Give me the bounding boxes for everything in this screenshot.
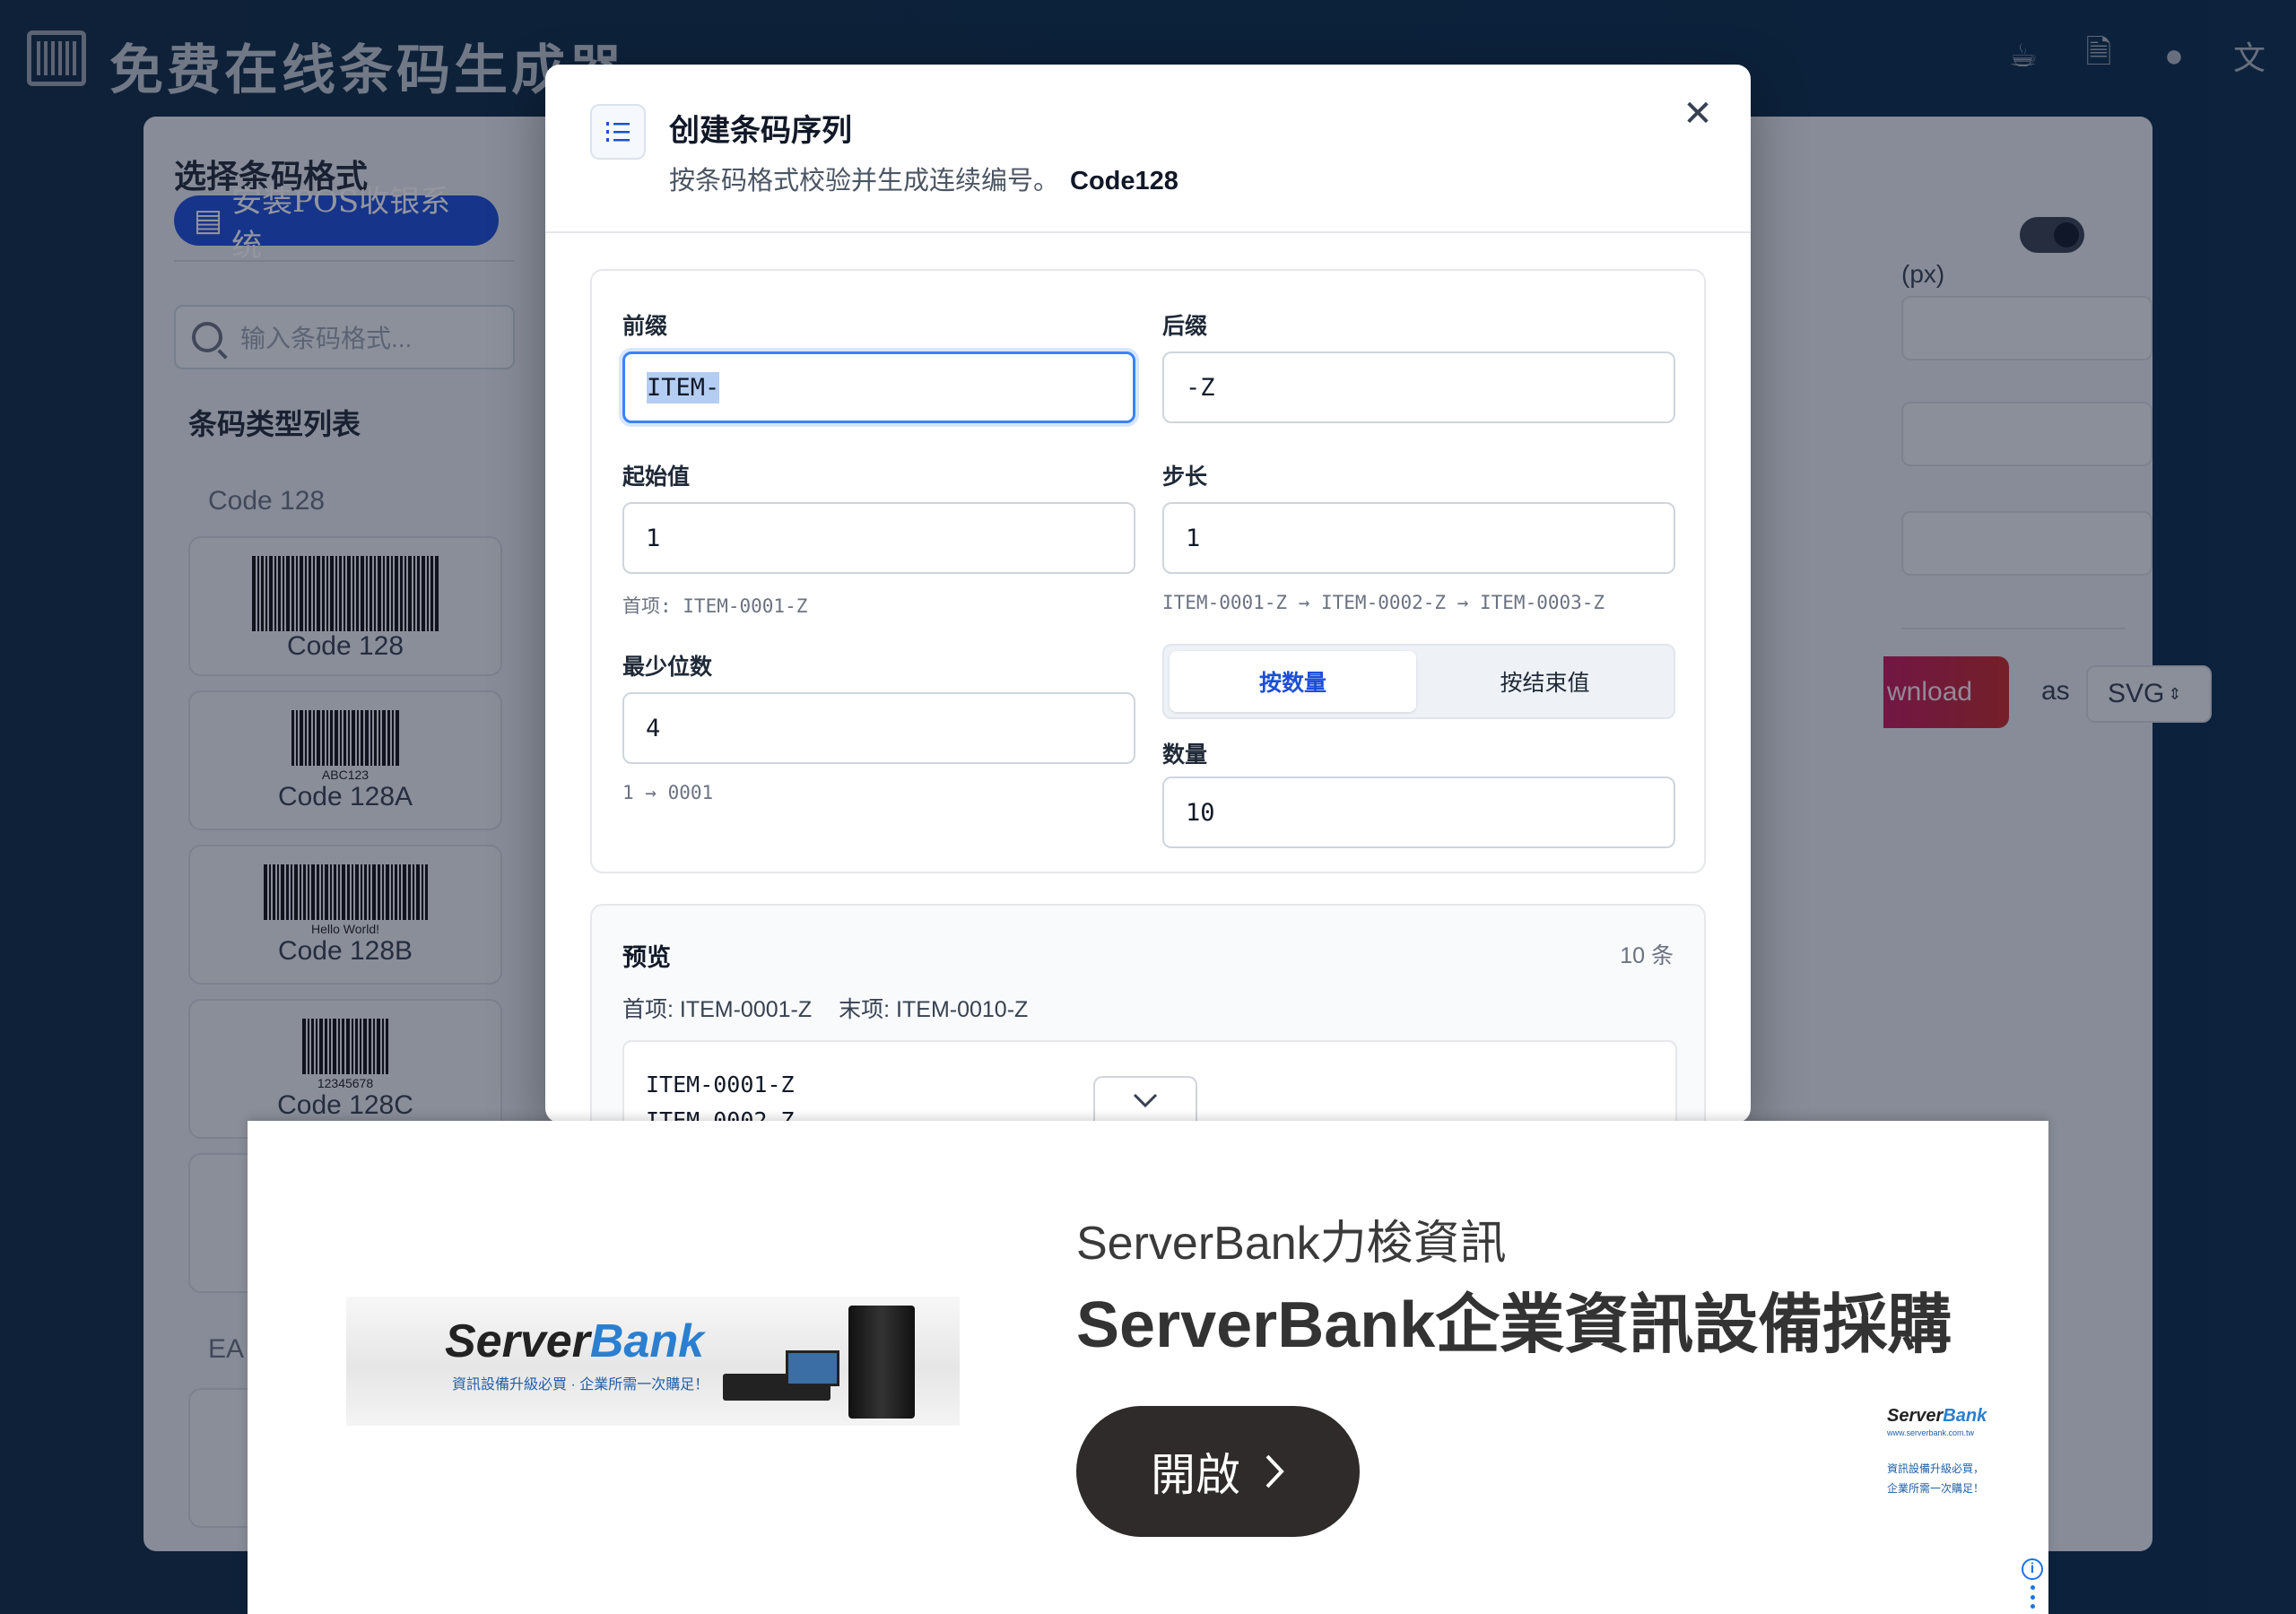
step-value: 1 xyxy=(1186,524,1201,552)
preview-count: 10 条 xyxy=(1620,943,1674,968)
preview-title: 预览 xyxy=(622,944,671,971)
step-input[interactable]: 1 xyxy=(1162,502,1675,574)
digits-label: 最少位数 xyxy=(622,655,713,680)
sequence-form: 前缀 ITEM- 后缀 -Z 起始值 1 首项: ITEM-0001-Z 步长 … xyxy=(590,269,1706,873)
prefix-value: ITEM- xyxy=(647,371,720,404)
mini-logo-text: ServerBank xyxy=(1887,1406,1987,1426)
digits-value: 4 xyxy=(646,714,661,742)
ad-image-tagline: 資訊設備升級必買 · 企業所需一次購足！ xyxy=(452,1377,709,1393)
dialog-header: 创建条码序列 按条码格式校验并生成连续编号。 Code128 ✕ xyxy=(545,65,1751,233)
start-label: 起始值 xyxy=(622,464,691,490)
ad-brand: ServerBank力梭資訊 xyxy=(1076,1218,1507,1270)
suffix-label: 后缀 xyxy=(1162,314,1208,339)
mini-text: 資訊設備升級必買， 企業所需一次購足！ xyxy=(1887,1462,1985,1495)
mode-by-end-tab[interactable]: 按结束值 xyxy=(1422,651,1668,712)
subtitle-text: 按条码格式校验并生成连续编号。 xyxy=(669,167,1060,195)
digits-hint: 1 → 0001 xyxy=(622,782,714,803)
dialog-title: 创建条码序列 xyxy=(669,114,852,148)
preview-range: 首项: ITEM-0001-Z 末项: ITEM-0010-Z xyxy=(622,992,1028,1024)
ad-info-icon[interactable]: i xyxy=(2022,1558,2043,1580)
tower-server-image xyxy=(848,1306,915,1419)
ad-headline[interactable]: ServerBank企業資訊設備採購 xyxy=(1076,1271,1952,1366)
chevron-down-icon xyxy=(1133,1093,1158,1108)
prefix-input[interactable]: ITEM- xyxy=(622,351,1135,423)
ad-open-label: 開啟 xyxy=(1151,1450,1240,1500)
start-value: 1 xyxy=(646,524,661,552)
dialog-subtitle: 按条码格式校验并生成连续编号。 Code128 xyxy=(669,160,1178,197)
numbered-list-icon xyxy=(590,104,646,160)
preview-last: 末项: ITEM-0010-Z xyxy=(839,997,1029,1022)
suffix-value: -Z xyxy=(1186,373,1215,402)
mode-by-count-tab[interactable]: 按数量 xyxy=(1170,651,1416,712)
ad-banner[interactable]: ServerBank 資訊設備升級必買 · 企業所需一次購足！ ServerBa… xyxy=(248,1121,2048,1614)
suffix-input[interactable]: -Z xyxy=(1162,351,1675,423)
preview-first: 首项: ITEM-0001-Z xyxy=(622,997,813,1022)
close-icon: ✕ xyxy=(1683,94,1713,134)
digits-input[interactable]: 4 xyxy=(622,692,1135,764)
prefix-label: 前缀 xyxy=(622,314,668,339)
ad-mini-logo: ServerBank www.serverbank.com.tw 資訊設備升級必… xyxy=(1887,1406,2004,1498)
mini-url: www.serverbank.com.tw xyxy=(1887,1428,1975,1437)
count-label: 数量 xyxy=(1162,742,1208,768)
count-input[interactable]: 10 xyxy=(1162,777,1675,848)
format-name: Code128 xyxy=(1070,167,1178,195)
step-label: 步长 xyxy=(1162,464,1208,490)
ad-open-button[interactable]: 開啟 xyxy=(1076,1406,1360,1537)
mode-segmented-control: 按数量 按结束值 xyxy=(1162,644,1675,719)
chevron-right-icon xyxy=(1265,1454,1284,1488)
ad-menu-icon[interactable] xyxy=(2031,1585,2036,1609)
serverbank-logo: ServerBank xyxy=(445,1315,705,1367)
count-value: 10 xyxy=(1186,798,1215,827)
ad-collapse-button[interactable] xyxy=(1093,1076,1197,1123)
start-hint: 首项: ITEM-0001-Z xyxy=(622,595,808,617)
start-input[interactable]: 1 xyxy=(622,502,1135,574)
monitor-image xyxy=(786,1350,839,1386)
ad-image[interactable]: ServerBank 資訊設備升級必買 · 企業所需一次購足！ xyxy=(346,1297,960,1426)
create-sequence-dialog: 创建条码序列 按条码格式校验并生成连续编号。 Code128 ✕ 前缀 ITEM-… xyxy=(545,65,1751,1123)
close-button[interactable]: ✕ xyxy=(1675,91,1720,136)
step-hint: ITEM-0001-Z → ITEM-0002-Z → ITEM-0003-Z xyxy=(1162,592,1605,613)
